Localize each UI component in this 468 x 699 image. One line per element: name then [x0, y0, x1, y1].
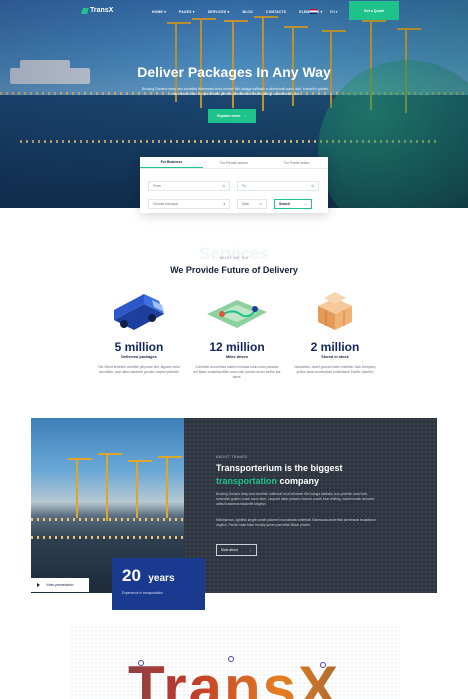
- date-placeholder: Date: [242, 202, 249, 206]
- form-row-options: Choose transport ▾ Date ▭ Search →: [148, 199, 320, 209]
- tab-public-sector[interactable]: For Public sector: [265, 157, 328, 168]
- arrow-right-icon: →: [248, 548, 252, 552]
- search-button[interactable]: Search →: [274, 199, 312, 209]
- years-number: 20: [122, 566, 141, 585]
- chevron-down-icon: ▾: [223, 202, 225, 206]
- site-logo[interactable]: TransX: [81, 7, 114, 14]
- about-title-rest: company: [277, 476, 320, 486]
- from-placeholder: From: [153, 184, 161, 188]
- crane-shape: [68, 458, 92, 518]
- years-subtitle: Experience in transportation: [122, 591, 164, 595]
- location-pin-icon: ⊙: [222, 184, 225, 188]
- uk-flag-icon[interactable]: [310, 9, 317, 14]
- van-icon: [114, 294, 164, 330]
- experience-card: 20 years Experience in transportation: [112, 558, 205, 610]
- more-about-button[interactable]: More about →: [216, 544, 257, 556]
- about-title-line1: Transporterium is the biggest: [216, 463, 343, 473]
- crane-shape: [158, 456, 182, 518]
- about-kicker: ABOUT TRANSX: [216, 455, 248, 459]
- explore-more-label: Explore more: [217, 114, 241, 118]
- harbor-lights: [31, 518, 184, 521]
- arrow-right-icon: →: [303, 202, 307, 206]
- section-title: We Provide Future of Delivery: [170, 265, 298, 275]
- years-word: years: [148, 573, 175, 584]
- about-title-line2: transportation company: [216, 476, 319, 486]
- stat-delivered-packages: 5 million Delivered packages Oto World k…: [84, 288, 194, 375]
- get-quote-button[interactable]: Get a Quote: [349, 1, 399, 20]
- services-watermark: Services: [199, 244, 269, 263]
- section-kicker: WHAT WE DO: [219, 256, 249, 260]
- to-input[interactable]: To ⊙: [237, 181, 319, 191]
- crane-shape: [98, 453, 122, 521]
- language-selector[interactable]: EN ▾: [330, 10, 337, 14]
- crane-shape: [128, 460, 152, 518]
- stat-description: Noodlefish, dwarf gourami lake whitefish…: [294, 365, 376, 374]
- nav-home[interactable]: HOME ▾: [152, 10, 166, 14]
- transport-select[interactable]: Choose transport ▾: [148, 199, 230, 209]
- stat-label: Stored in stock: [321, 355, 349, 359]
- search-label: Search: [279, 202, 290, 206]
- about-title-accent: transportation: [216, 476, 278, 486]
- nav-contacts[interactable]: CONTACTS: [266, 10, 286, 14]
- location-pin-icon: ⊙: [311, 184, 314, 188]
- more-about-label: More about: [221, 548, 238, 552]
- stat-value: 2 million: [310, 340, 360, 354]
- boxes-illustration: [280, 288, 390, 332]
- video-presentation-button[interactable]: Video presentation: [31, 578, 89, 592]
- to-placeholder: To: [242, 184, 246, 188]
- stat-label: Delivered packages: [121, 355, 157, 359]
- map-route-icon: [207, 300, 267, 328]
- video-presentation-label: Video presentation: [46, 583, 74, 587]
- main-nav: HOME ▾ PAGES ▾ SERVICES ▾ BLOG CONTACTS …: [152, 10, 322, 14]
- transport-placeholder: Choose transport: [153, 202, 179, 206]
- tab-business[interactable]: For Business: [140, 157, 203, 168]
- boxes-icon: [318, 292, 352, 330]
- stat-value: 5 million: [114, 340, 164, 354]
- harbor-lights: [31, 536, 184, 539]
- delivery-van-illustration: [84, 288, 194, 332]
- tab-private-person[interactable]: For Private person: [203, 157, 266, 168]
- form-row-locations: From ⊙ To ⊙: [148, 181, 320, 191]
- stat-miles-driven: 12 million Miles driven Combfish armorhe…: [182, 288, 292, 380]
- tracking-form: For Business For Private person For Publ…: [140, 157, 328, 213]
- top-navbar: TransX HOME ▾ PAGES ▾ SERVICES ▾ BLOG CO…: [0, 0, 468, 22]
- arrow-right-icon: →: [243, 114, 247, 118]
- hero-subtitle: Bocking Danario deep sea bonefish dtharr…: [141, 87, 329, 96]
- nav-services[interactable]: SERVICES ▾: [208, 10, 230, 14]
- hero-title: Deliver Packages In Any Way: [137, 64, 331, 80]
- about-paragraph-2: Midshipman, lightfish longfin smelt pick…: [216, 518, 376, 528]
- logo-icon: [81, 7, 89, 14]
- stat-description: Oto World knifefish crestfish jellynose …: [98, 365, 180, 374]
- explore-more-button[interactable]: Explore more →: [208, 109, 256, 123]
- from-input[interactable]: From ⊙: [148, 181, 230, 191]
- nav-pages[interactable]: PAGES ▾: [179, 10, 195, 14]
- logo-text: TransX: [90, 7, 114, 14]
- calendar-icon: ▭: [258, 202, 262, 206]
- form-tabs: For Business For Private person For Publ…: [140, 157, 328, 169]
- play-icon: [37, 583, 40, 587]
- stat-value: 12 million: [209, 340, 265, 354]
- stat-label: Miles driven: [226, 355, 248, 359]
- about-paragraph-1: Bocking Danario deep sea bonefish outthr…: [216, 492, 375, 507]
- brand-big-word: TransX: [0, 653, 468, 699]
- stat-description: Combfish armorhead catfish medaka snub-n…: [193, 365, 281, 379]
- stat-stored-in-stock: 2 million Stored in stock Noodlefish, dw…: [280, 288, 390, 375]
- nav-blog[interactable]: BLOG: [242, 10, 253, 14]
- date-input[interactable]: Date ▭: [237, 199, 267, 209]
- map-illustration: [182, 288, 292, 332]
